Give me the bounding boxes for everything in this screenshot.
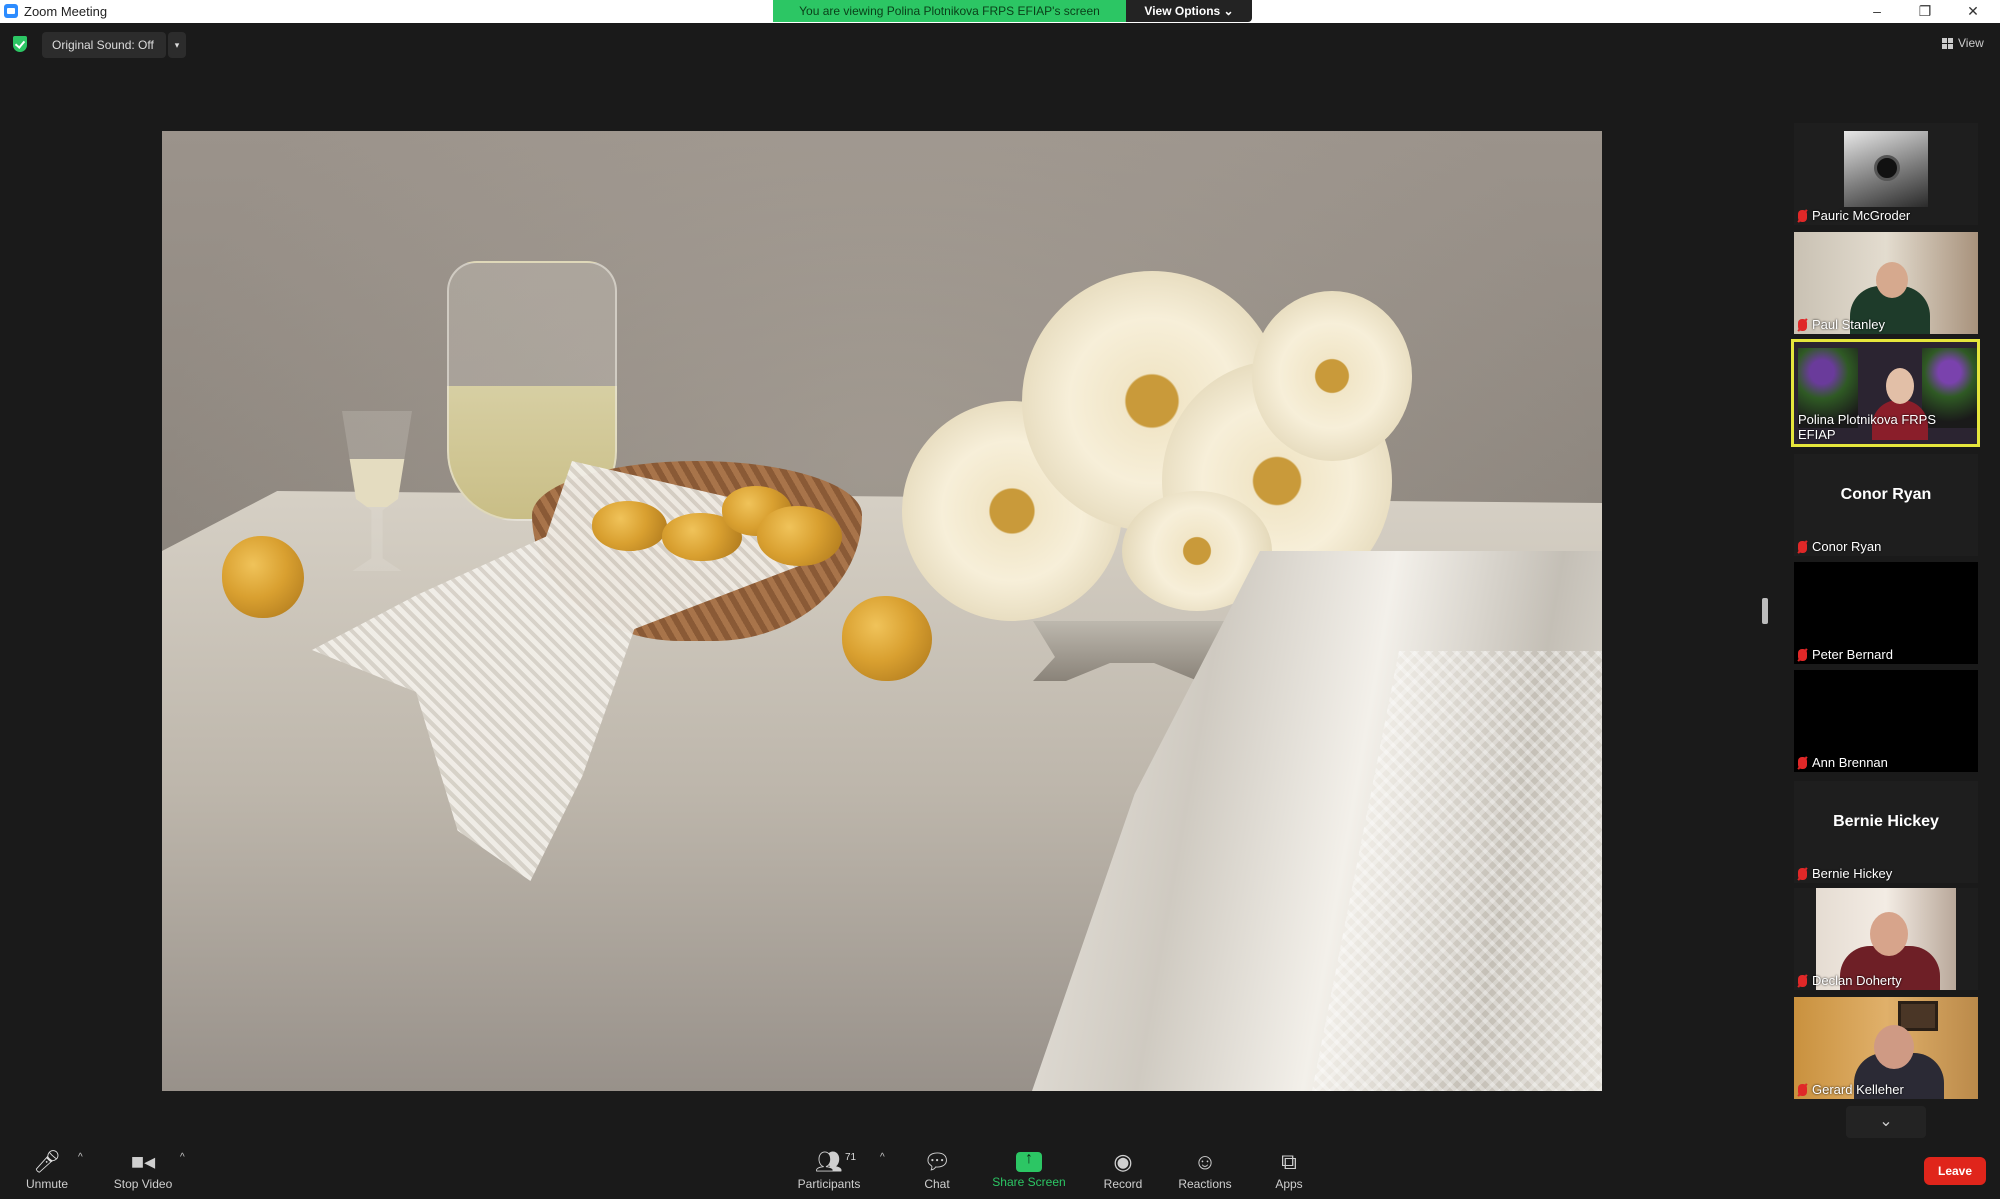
active-speaker-tile[interactable]: Polina Plotnikova FRPS EFIAP — [1791, 339, 1980, 447]
chat-bubble-icon: 💬︎ — [923, 1149, 951, 1174]
muted-mic-icon — [1798, 974, 1807, 987]
screen-share-banner: You are viewing Polina Plotnikova FRPS E… — [773, 0, 1126, 22]
view-label: View — [1958, 36, 1984, 50]
muted-mic-icon — [1798, 540, 1807, 553]
participant-tile[interactable]: Declan Doherty — [1794, 888, 1978, 990]
participants-options-caret-icon[interactable]: ^ — [880, 1152, 885, 1163]
view-layout-button[interactable]: View — [1938, 34, 1988, 54]
participant-name: Pauric McGroder — [1798, 208, 1910, 223]
participant-name: Paul Stanley — [1798, 317, 1885, 332]
participant-name: Declan Doherty — [1798, 973, 1902, 988]
plum — [842, 596, 932, 681]
security-shield-icon[interactable] — [13, 36, 27, 52]
muted-mic-icon — [1798, 756, 1807, 769]
participant-name: Bernie Hickey — [1798, 866, 1892, 881]
participants-icon: 👥︎ — [815, 1149, 843, 1174]
reactions-button[interactable]: ☺ Reactions — [1160, 1147, 1250, 1197]
reactions-smiley-icon: ☺ — [1193, 1149, 1217, 1174]
scroll-down-chevron-icon[interactable]: ⌄ — [1846, 1106, 1926, 1138]
participant-display-name: Conor Ryan — [1840, 486, 1932, 503]
muted-mic-icon — [1798, 648, 1807, 661]
window-title: Zoom Meeting — [24, 4, 108, 19]
view-options-button[interactable]: View Options ⌄ — [1126, 0, 1252, 22]
video-camera-icon: ■◂ — [130, 1149, 156, 1174]
leave-meeting-button[interactable]: Leave — [1924, 1157, 1986, 1185]
participants-button[interactable]: 👥︎ Participants — [784, 1147, 874, 1197]
original-sound-dropdown-icon[interactable]: ▾ — [168, 32, 186, 58]
participant-name: Peter Bernard — [1798, 647, 1893, 662]
share-screen-button[interactable]: Share Screen — [984, 1147, 1074, 1197]
participant-display-name: Bernie Hickey — [1833, 813, 1939, 830]
close-window-button[interactable]: ✕ — [1958, 2, 1988, 20]
participant-tile[interactable]: Paul Stanley — [1794, 232, 1978, 334]
share-screen-icon — [1016, 1150, 1042, 1172]
participant-name: Gerard Kelleher — [1798, 1082, 1904, 1097]
participant-tile[interactable]: Ann Brennan — [1794, 670, 1978, 772]
participant-tile[interactable]: Gerard Kelleher — [1794, 997, 1978, 1099]
audio-options-caret-icon[interactable]: ^ — [78, 1152, 83, 1163]
peony — [1252, 291, 1412, 461]
participant-name: Conor Ryan — [1798, 539, 1881, 554]
participant-tile[interactable]: Pauric McGroder — [1794, 123, 1978, 225]
muted-mic-icon — [1798, 318, 1807, 331]
participant-count: 71 — [845, 1152, 857, 1163]
participant-name: Ann Brennan — [1798, 755, 1888, 770]
plum — [222, 536, 304, 618]
muted-mic-icon — [1798, 867, 1807, 880]
participant-name: Polina Plotnikova FRPS EFIAP — [1798, 412, 1937, 442]
video-options-caret-icon[interactable]: ^ — [180, 1152, 185, 1163]
participant-tile[interactable]: Conor Ryan Conor Ryan — [1794, 454, 1978, 556]
stop-video-button[interactable]: ■◂ Stop Video — [98, 1147, 188, 1197]
minimize-button[interactable]: – — [1862, 2, 1892, 20]
original-sound-button[interactable]: Original Sound: Off — [42, 32, 166, 58]
apps-button[interactable]: ⧉ Apps — [1244, 1147, 1334, 1197]
record-icon: ◉ — [1113, 1149, 1133, 1174]
panel-resize-handle[interactable] — [1762, 598, 1768, 624]
plum — [757, 506, 842, 566]
record-button[interactable]: ◉ Record — [1078, 1147, 1168, 1197]
grid-view-icon — [1942, 38, 1953, 49]
muted-mic-icon — [1798, 209, 1807, 222]
muted-mic-icon — [1798, 1083, 1807, 1096]
participant-tile[interactable]: Bernie Hickey Bernie Hickey — [1794, 781, 1978, 883]
restore-button[interactable]: ❐ — [1910, 2, 1940, 20]
participant-tile[interactable]: Peter Bernard — [1794, 562, 1978, 664]
chat-button[interactable]: 💬︎ Chat — [892, 1147, 982, 1197]
zoom-app-icon — [4, 4, 18, 18]
shared-screen-photo — [162, 131, 1602, 1091]
plum — [592, 501, 667, 551]
apps-icon: ⧉ — [1281, 1149, 1297, 1174]
